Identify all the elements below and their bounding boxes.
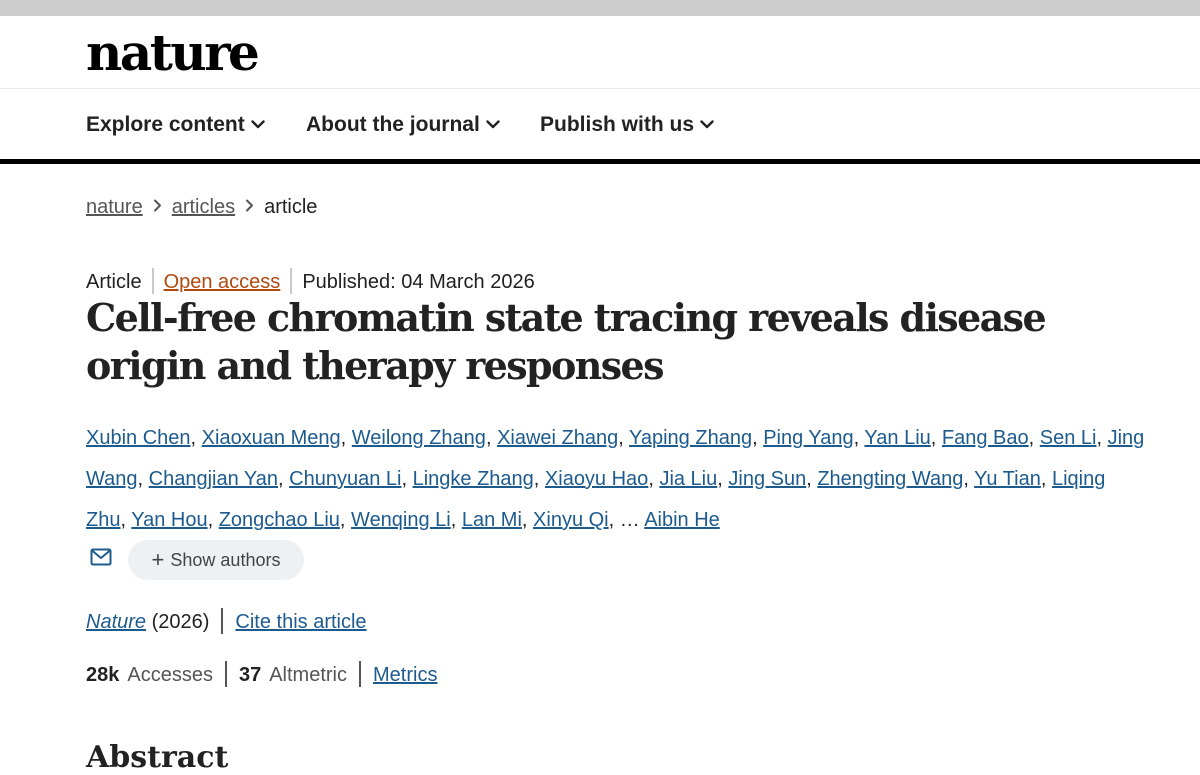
author-link[interactable]: Weilong Zhang (352, 427, 486, 449)
main-nav: Explore content About the journal Publis… (0, 89, 1200, 164)
article-type: Article (86, 271, 142, 293)
accesses-count: 28k (86, 664, 120, 686)
author-link[interactable]: Yan Liu (864, 427, 930, 449)
author-link[interactable]: Yu Tian (974, 468, 1041, 490)
altmetric-label: Altmetric (269, 664, 348, 686)
author-link[interactable]: Chunyuan Li (289, 468, 401, 490)
publication-year: (2026) (151, 611, 210, 633)
author-list: Xubin Chen, Xiaoxuan Meng, Weilong Zhang… (86, 427, 1145, 531)
plus-icon: + (151, 547, 165, 572)
open-access-link[interactable]: Open access (164, 271, 281, 293)
metrics-divider (359, 661, 362, 687)
author-link[interactable]: Xiawei Zhang (497, 427, 618, 449)
article-title: Cell-free chromatin state tracing reveal… (86, 295, 1047, 388)
author-link[interactable]: Lingke Zhang (413, 468, 534, 490)
author-link[interactable]: Wenqing Li (351, 509, 451, 531)
meta-divider (151, 268, 154, 294)
author-link[interactable]: Yan Hou (131, 509, 207, 531)
author-link[interactable]: Changjian Yan (149, 468, 278, 490)
author-link[interactable]: Lan Mi (462, 509, 522, 531)
author-link[interactable]: Yaping Zhang (629, 427, 752, 449)
chevron-right-icon (153, 195, 162, 218)
nav-item-label: About the journal (306, 113, 480, 136)
show-authors-button[interactable]: + Show authors (128, 540, 304, 580)
breadcrumb-link-articles[interactable]: articles (172, 196, 235, 218)
cite-this-article-link[interactable]: Cite this article (235, 611, 366, 633)
metrics-link[interactable]: Metrics (373, 664, 437, 686)
article-metrics: 28k Accesses 37 Altmetric Metrics (86, 661, 437, 687)
nav-about-the-journal[interactable]: About the journal (306, 111, 500, 137)
metrics-divider (224, 661, 227, 687)
breadcrumb: nature articles article (86, 195, 317, 219)
altmetric-score: 37 (238, 664, 262, 686)
chevron-down-icon (251, 111, 265, 135)
author-link[interactable]: Zongchao Liu (219, 509, 340, 531)
mail-icon[interactable] (90, 548, 112, 566)
published-date: Published: 04 March 2026 (302, 271, 535, 293)
author-link[interactable]: Xubin Chen (86, 427, 191, 449)
site-header: nature (0, 16, 1200, 89)
author-link[interactable]: Zhengting Wang (817, 468, 963, 490)
author-link[interactable]: Xiaoxuan Meng (202, 427, 341, 449)
journal-link[interactable]: Nature (86, 611, 146, 633)
abstract-heading: Abstract (86, 740, 229, 775)
meta-divider (290, 268, 293, 294)
author-link[interactable]: Jing Sun (728, 468, 806, 490)
breadcrumb-current: article (264, 196, 318, 218)
nav-publish-with-us[interactable]: Publish with us (540, 111, 714, 137)
chevron-down-icon (486, 111, 500, 135)
author-link[interactable]: Xiaoyu Hao (545, 468, 648, 490)
author-link[interactable]: Ping Yang (763, 427, 853, 449)
nav-explore-content[interactable]: Explore content (86, 111, 265, 137)
citation-line: Nature (2026) Cite this article (86, 608, 367, 634)
author-ellipsis: … (619, 509, 640, 531)
chevron-down-icon (700, 111, 714, 135)
author-link[interactable]: Xinyu Qi (533, 509, 609, 531)
citation-divider (221, 608, 224, 634)
author-link-last[interactable]: Aibin He (644, 509, 720, 531)
author-link[interactable]: Fang Bao (942, 427, 1029, 449)
article-meta: Article Open access Published: 04 March 20… (86, 268, 535, 294)
top-bar (0, 0, 1200, 16)
author-link[interactable]: Sen Li (1040, 427, 1097, 449)
nav-item-label: Publish with us (540, 113, 695, 136)
nature-logo[interactable]: nature (86, 24, 260, 82)
chevron-right-icon (245, 195, 254, 218)
show-authors-label: Show authors (170, 550, 281, 570)
nav-item-label: Explore content (86, 113, 245, 136)
breadcrumb-link-nature[interactable]: nature (86, 196, 143, 218)
accesses-label: Accesses (127, 664, 213, 686)
author-link[interactable]: Jia Liu (659, 468, 717, 490)
